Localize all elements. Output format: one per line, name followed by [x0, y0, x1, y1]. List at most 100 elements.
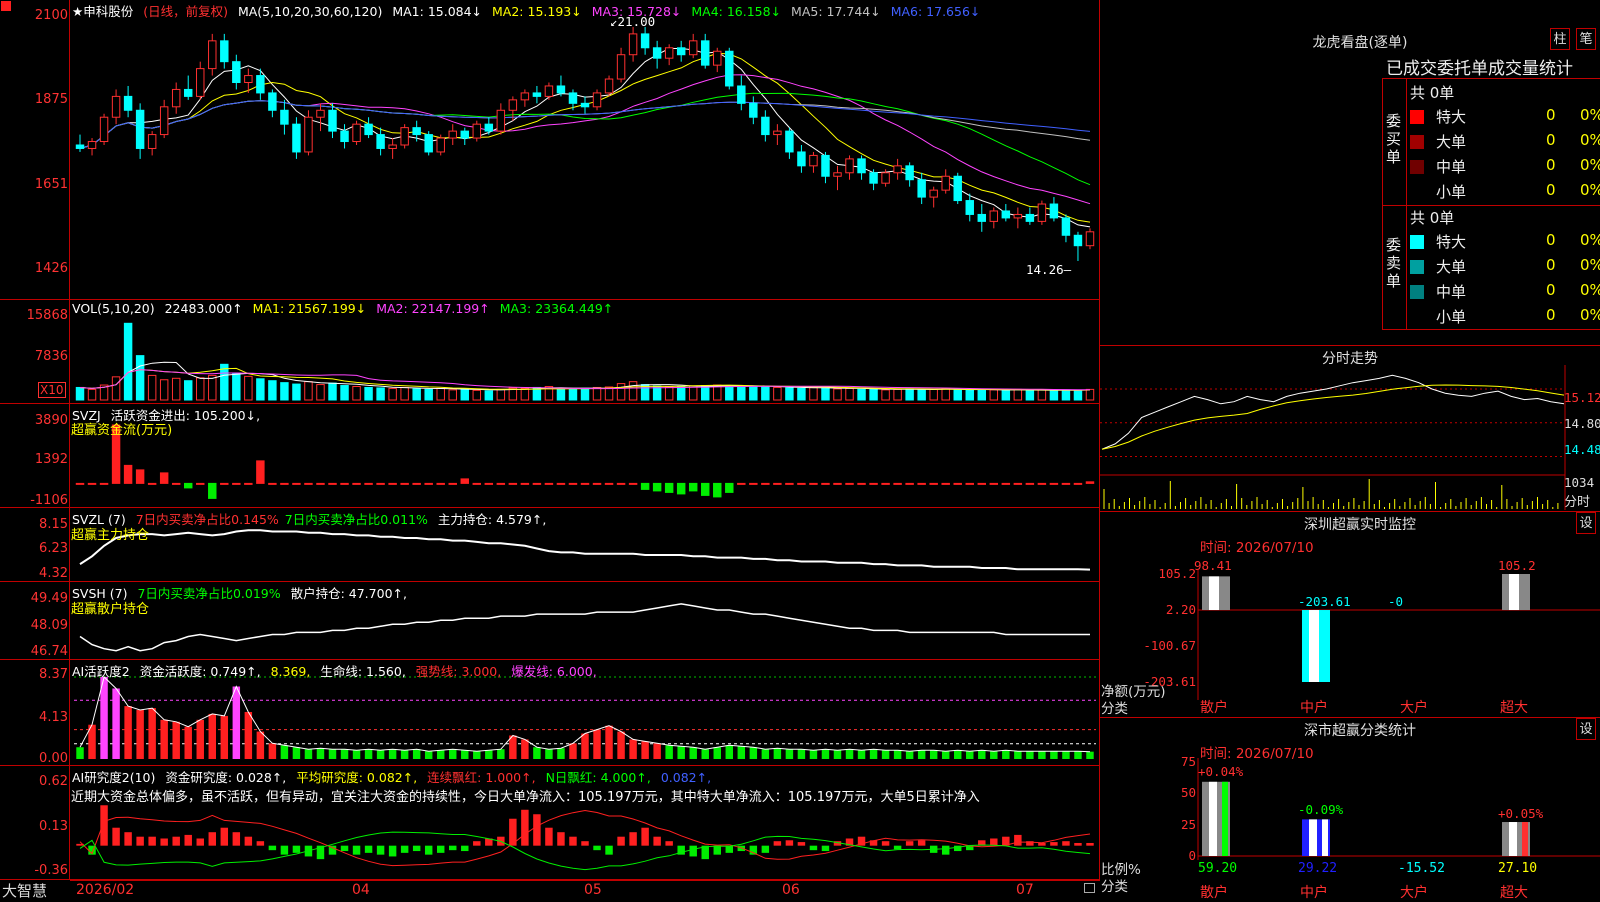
svzj-bar: [508, 482, 518, 485]
svsh-tick-3: 46.74: [30, 644, 68, 659]
vol-ma-line-1: [79, 361, 1091, 391]
svzj-bar: [1013, 482, 1023, 485]
svzj-bar: [244, 482, 253, 485]
ai-active-bar: [1002, 750, 1010, 759]
ai-active-bar: [461, 750, 469, 759]
ai-active-bar: [966, 751, 974, 759]
ai-research-t3: 连续飘红: 1.000↑,: [427, 770, 536, 785]
volume-bar: [869, 388, 878, 401]
svzj-bar: [232, 482, 241, 485]
candle-body: [520, 92, 530, 101]
monitor-value-label: 105.2: [1498, 558, 1536, 573]
ai-research-bar: [1086, 842, 1094, 846]
volume-bar: [953, 389, 962, 401]
volume-bar: [268, 380, 277, 401]
ai-active-bar: [172, 721, 180, 759]
ma-label: MA(5,10,20,30,60,120): [237, 4, 383, 19]
vol-ma2: MA2: 22147.199↑: [376, 301, 490, 316]
lock-icon[interactable]: [1084, 883, 1095, 893]
volume-bar: [496, 388, 506, 401]
ai-active-bar: [773, 748, 782, 759]
volume-bar: [340, 385, 349, 401]
volume-bar: [171, 377, 181, 401]
ai-research-header: AI研究度2(10) 资金研究度: 0.028↑, 平均研究度: 0.082↑,…: [72, 767, 717, 786]
ai-research-label: AI研究度2(10): [72, 770, 156, 785]
ai-active-bar: [797, 749, 806, 759]
volume-bar: [737, 385, 746, 401]
candle-body: [725, 50, 734, 87]
svzj-bar: [280, 482, 289, 485]
date-axis: 2026/02 04 05 06 07: [70, 880, 1100, 901]
candle-body: [857, 158, 866, 174]
volume-bar: [664, 386, 674, 401]
ai-research-bar: [124, 832, 132, 846]
candle-body: [484, 123, 494, 132]
svzj-bar: [208, 482, 217, 499]
svzj-bar: [220, 482, 229, 485]
price-low-annotation: 14.26—: [1026, 262, 1072, 277]
svzj-bar: [1001, 482, 1011, 485]
ai-research-bar: [424, 845, 433, 855]
svzj-bar: [713, 482, 722, 498]
candle-body: [196, 68, 205, 97]
candle-body: [448, 130, 457, 139]
ai-active-bar: [581, 733, 589, 759]
candle-body: [111, 95, 121, 118]
candle-body: [664, 47, 674, 59]
svsh-tick-1: 49.49: [30, 591, 68, 606]
candle-body: [352, 123, 361, 143]
volume-bar: [592, 386, 602, 401]
candle-body: [183, 88, 193, 97]
ai-active-bar: [653, 743, 661, 759]
ai-active-bar: [340, 749, 349, 759]
price-header: ★申科股份 (日线，前复权) MA(5,10,20,30,60,120) MA1…: [72, 1, 986, 20]
main-chart-canvas[interactable]: [0, 0, 1100, 880]
ai-active-bar: [412, 749, 421, 759]
volume-bar: [328, 382, 337, 401]
svzj-bar: [496, 482, 506, 485]
stat-bar-edge: [1222, 781, 1228, 856]
volume-bar: [412, 388, 421, 401]
svzl-tick-2: 6.23: [39, 541, 68, 556]
svzj-bar: [135, 469, 145, 484]
price-low-value: 14.26: [1026, 262, 1064, 277]
svzj-bar: [701, 482, 710, 496]
candle-body: [1073, 234, 1083, 247]
ai-active-bar: [268, 743, 277, 759]
svzj-bar: [532, 482, 542, 485]
svsh-green: 7日内买卖净占比0.019%: [137, 586, 281, 601]
price-tick-2: 1875: [34, 92, 68, 107]
price-tick-1: 2100: [34, 8, 68, 23]
candle-body: [87, 141, 97, 149]
menu-marker-icon[interactable]: [1, 1, 11, 11]
stat-value-label: 59.20: [1198, 861, 1237, 876]
monitor-value-label: 98.41: [1194, 558, 1232, 573]
candle-body: [208, 40, 217, 70]
ma-line-1: [79, 48, 1091, 228]
candle-body: [953, 175, 962, 202]
volume-bar: [292, 383, 301, 401]
candle-body: [616, 54, 626, 80]
ai-active-bar: [978, 750, 986, 759]
svzj-bar: [640, 482, 650, 490]
svsh-main: 散户持仓: 47.700↑,: [290, 586, 407, 601]
candle-body: [652, 47, 662, 59]
svzj-bar: [568, 482, 578, 485]
svzj-bar: [87, 482, 97, 485]
vol-unit-badge[interactable]: X10: [38, 382, 66, 398]
svzl-line: [79, 529, 1091, 571]
svzj-bar: [484, 482, 494, 485]
svzj-bar: [159, 472, 169, 484]
svzj-bar: [183, 482, 193, 489]
svzj-bar: [436, 482, 445, 485]
candle-body: [304, 116, 313, 153]
ai-active-bar: [521, 739, 529, 759]
ai-active-bar: [148, 708, 156, 759]
ai-research-bar: [617, 836, 625, 846]
svzj-bar: [917, 482, 926, 485]
volume-bar: [1037, 389, 1047, 401]
candle-body: [604, 78, 614, 94]
volume-bar: [232, 372, 241, 401]
ai-active-bar: [737, 746, 746, 759]
volume-bar: [688, 385, 698, 401]
